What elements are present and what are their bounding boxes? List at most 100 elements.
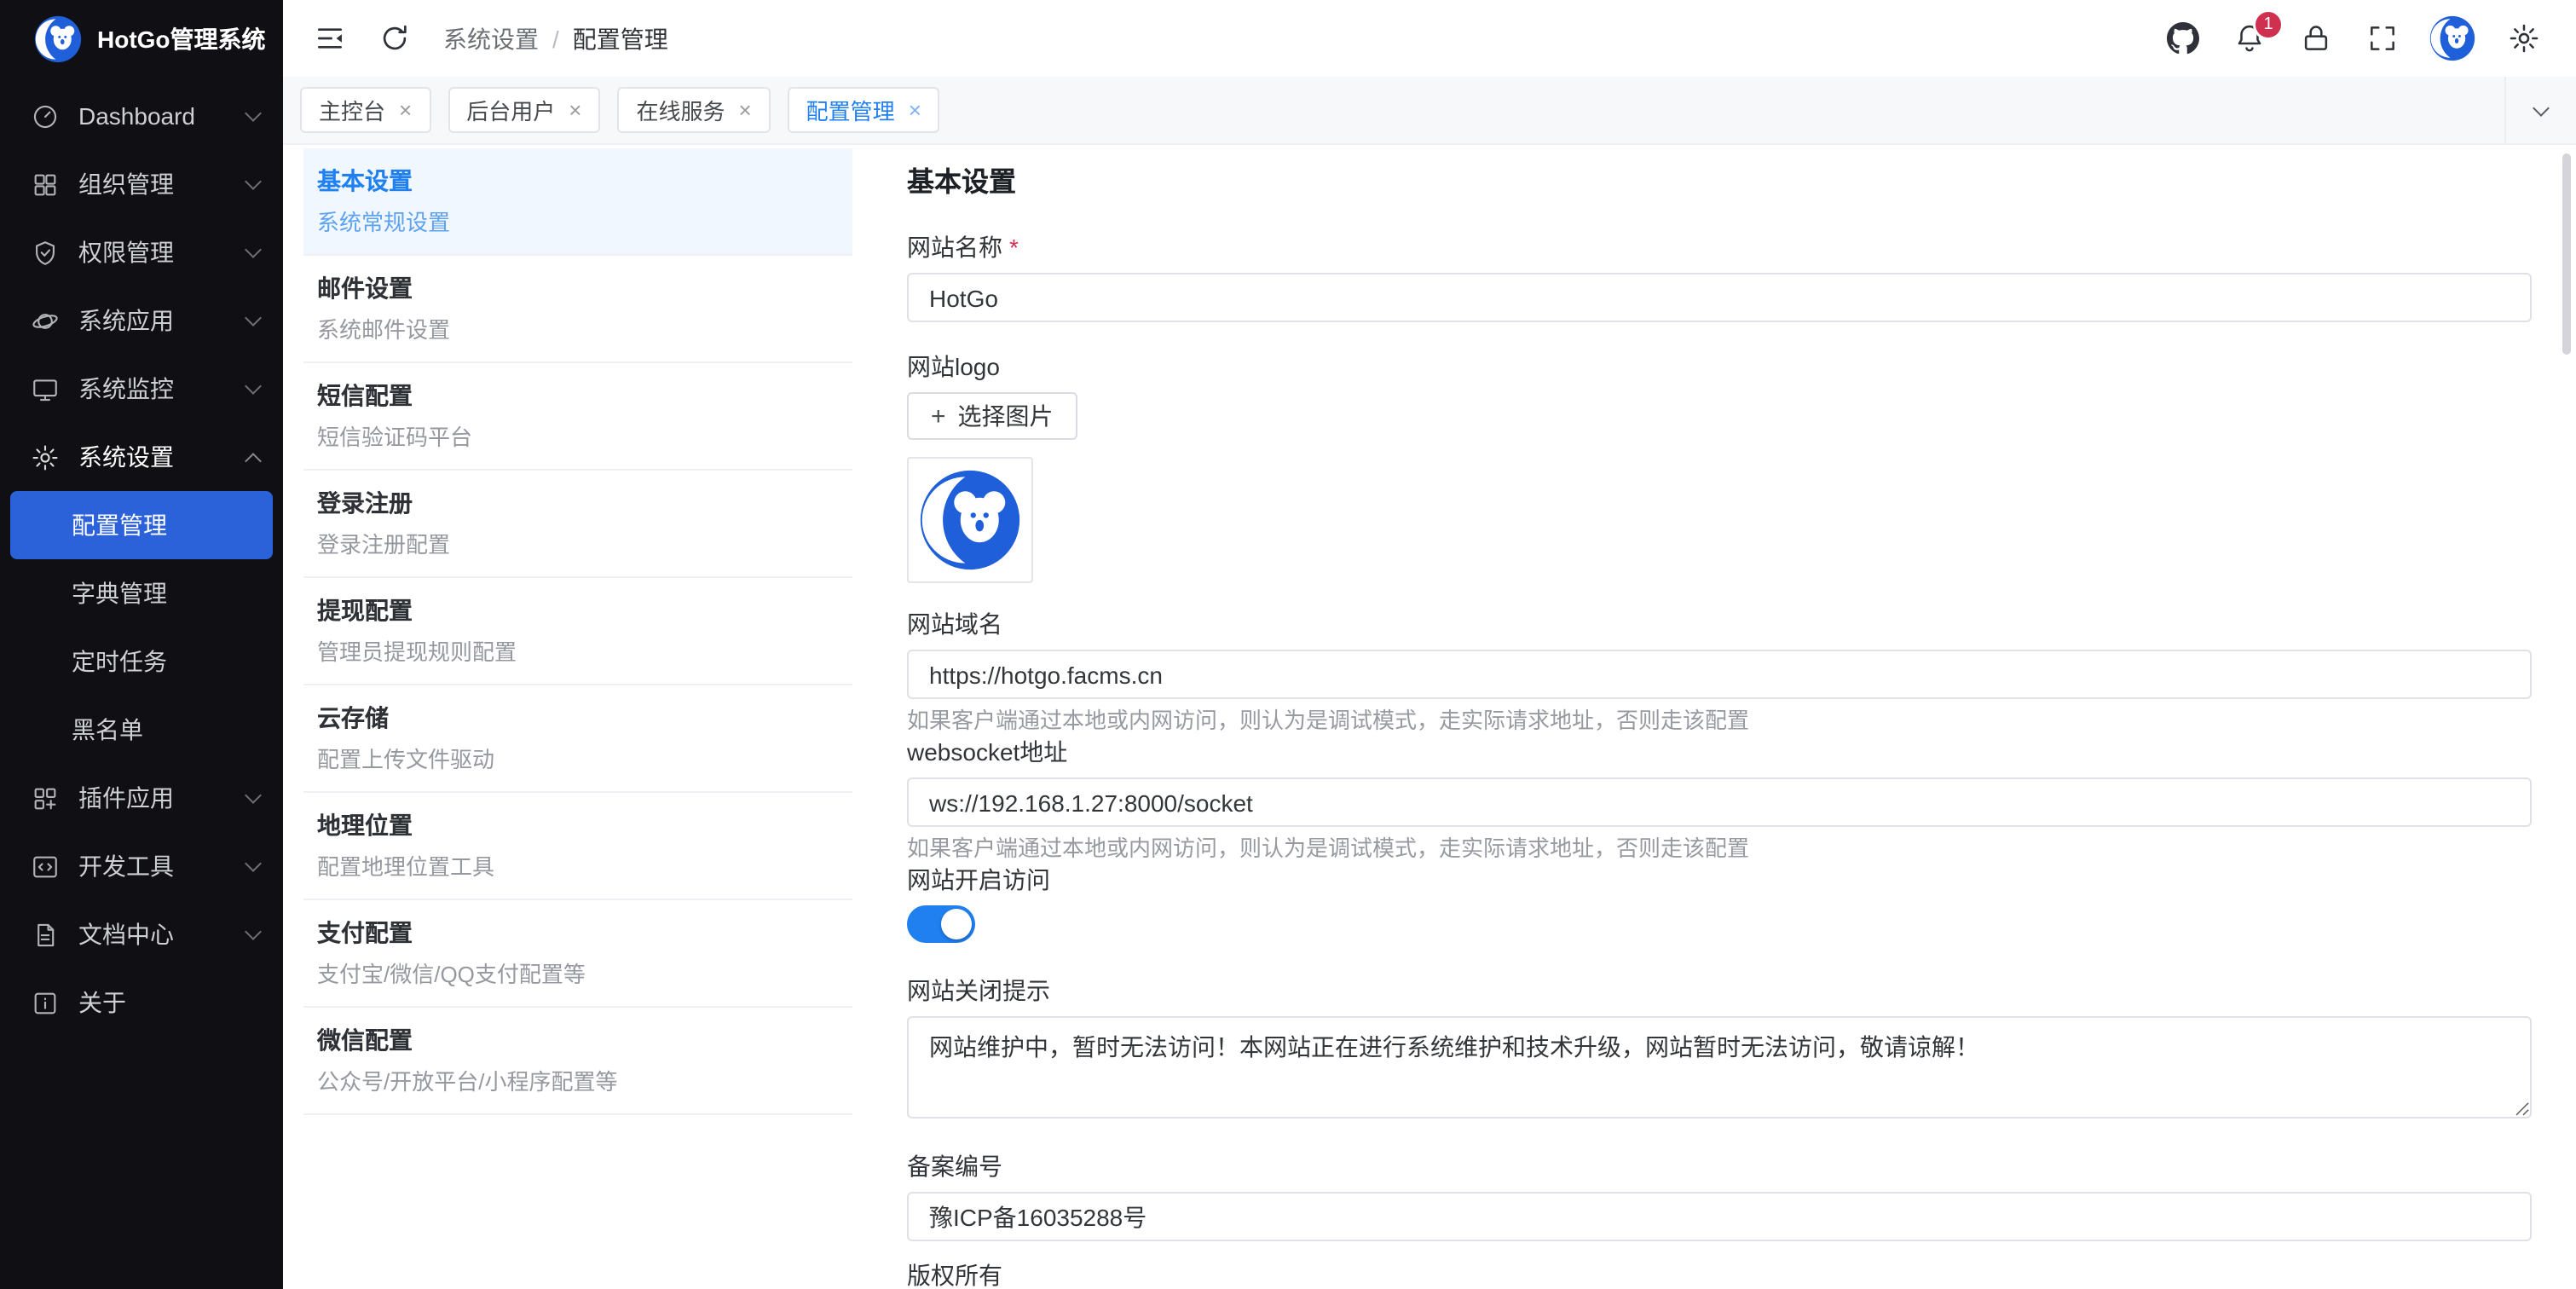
sidebar-submenu: 配置管理 字典管理 定时任务 黑名单 — [0, 491, 283, 764]
scrollbar[interactable] — [2562, 153, 2571, 355]
sidebar: HotGo管理系统 Dashboard 组织管理 权限管理 系统应用 — [0, 0, 283, 1289]
tab-main-console[interactable]: 主控台 × — [300, 87, 430, 133]
field-label: 网站logo — [907, 350, 2532, 384]
tab-list-dropdown[interactable] — [2504, 77, 2576, 143]
fullscreen-icon[interactable] — [2363, 20, 2400, 57]
settings-nav-item-wechat[interactable]: 微信配置 公众号/开放平台/小程序配置等 — [303, 1008, 852, 1115]
chevron-down-icon — [2533, 99, 2550, 116]
field-label: 版权所有 — [907, 1258, 2532, 1289]
refresh-icon[interactable] — [375, 20, 413, 57]
sidebar-item-label: 文档中心 — [78, 917, 228, 951]
sidebar-item-dev-tools[interactable]: 开发工具 — [0, 832, 283, 900]
icp-number-input[interactable] — [907, 1192, 2532, 1241]
sidebar-item-docs-center[interactable]: 文档中心 — [0, 900, 283, 968]
tabbar: 主控台 × 后台用户 × 在线服务 × 配置管理 × — [283, 77, 2576, 145]
plugin-icon — [31, 783, 60, 812]
sidebar-item-system-monitor[interactable]: 系统监控 — [0, 355, 283, 423]
settings-nav-subtitle: 配置上传文件驱动 — [317, 745, 835, 774]
close-icon[interactable]: × — [569, 99, 581, 121]
settings-nav-subtitle: 配置地理位置工具 — [317, 853, 835, 881]
required-mark: * — [1009, 234, 1019, 261]
chevron-down-icon — [245, 105, 262, 122]
settings-nav-subtitle: 支付宝/微信/QQ支付配置等 — [317, 960, 835, 989]
settings-nav-item-geo[interactable]: 地理位置 配置地理位置工具 — [303, 793, 852, 900]
site-name-input[interactable] — [907, 273, 2532, 322]
tab-online-service[interactable]: 在线服务 × — [617, 87, 770, 133]
sidebar-subitem-dictionary[interactable]: 字典管理 — [10, 559, 273, 627]
breadcrumb-item[interactable]: 配置管理 — [573, 21, 668, 55]
settings-nav-title: 地理位置 — [317, 810, 835, 842]
chevron-down-icon — [245, 855, 262, 872]
sidebar-menu: Dashboard 组织管理 权限管理 系统应用 系统监控 — [0, 78, 283, 1289]
chevron-down-icon — [245, 309, 262, 327]
settings-nav-item-basic[interactable]: 基本设置 系统常规设置 — [303, 148, 852, 256]
about-icon — [31, 988, 60, 1017]
lock-icon[interactable] — [2296, 20, 2334, 57]
chevron-down-icon — [245, 378, 262, 395]
sidebar-item-plugins[interactable]: 插件应用 — [0, 764, 283, 832]
sidebar-item-permissions[interactable]: 权限管理 — [0, 218, 283, 286]
settings-nav-item-login[interactable]: 登录注册 登录注册配置 — [303, 471, 852, 578]
avatar[interactable] — [2429, 15, 2475, 61]
notification-bell-icon[interactable]: 1 — [2230, 20, 2267, 57]
content-area: 基本设置 系统常规设置 邮件设置 系统邮件设置 短信配置 短信验证码平台 登录注… — [283, 145, 2576, 1289]
toggle-knob — [941, 909, 972, 939]
settings-nav-subtitle: 系统邮件设置 — [317, 315, 835, 344]
app-root: HotGo管理系统 Dashboard 组织管理 权限管理 系统应用 — [0, 0, 2576, 1289]
breadcrumb-item[interactable]: 系统设置 — [443, 21, 539, 55]
close-tip-textarea[interactable]: 网站维护中，暂时无法访问！本网站正在进行系统维护和技术升级，网站暂时无法访问，敬… — [907, 1016, 2532, 1118]
org-grid-icon — [31, 170, 60, 199]
sidebar-item-dashboard[interactable]: Dashboard — [0, 82, 283, 150]
shield-icon — [31, 238, 60, 267]
settings-gear-icon[interactable] — [2504, 20, 2542, 57]
choose-image-button[interactable]: + 选择图片 — [907, 392, 1077, 440]
field-site-logo: 网站logo + 选择图片 — [907, 350, 2532, 583]
close-icon[interactable]: × — [399, 99, 412, 121]
field-site-domain: 网站域名 如果客户端通过本地或内网访问，则认为是调试模式，走实际请求地址，否则走… — [907, 607, 2532, 735]
chevron-down-icon — [245, 787, 262, 804]
close-icon[interactable]: × — [738, 99, 751, 121]
collapse-menu-icon[interactable] — [310, 20, 348, 57]
site-logo-preview[interactable] — [907, 457, 1033, 583]
sidebar-subitem-config-management[interactable]: 配置管理 — [10, 491, 273, 559]
devtools-icon — [31, 852, 60, 881]
field-copyright: 版权所有 — [907, 1258, 2532, 1289]
settings-nav-item-email[interactable]: 邮件设置 系统邮件设置 — [303, 256, 852, 363]
settings-nav-subtitle: 管理员提现规则配置 — [317, 638, 835, 667]
sidebar-subitem-label: 黑名单 — [72, 713, 143, 747]
settings-nav-item-payment[interactable]: 支付配置 支付宝/微信/QQ支付配置等 — [303, 900, 852, 1008]
sidebar-item-about[interactable]: 关于 — [0, 968, 283, 1037]
app-logo-icon — [34, 15, 82, 63]
tab-config-management[interactable]: 配置管理 × — [788, 87, 940, 133]
github-icon[interactable] — [2163, 20, 2201, 57]
site-domain-input[interactable] — [907, 650, 2532, 699]
app-title: HotGo管理系统 — [97, 22, 266, 56]
sidebar-item-label: 插件应用 — [78, 781, 228, 815]
sidebar-item-label: 关于 — [78, 986, 259, 1020]
settings-nav: 基本设置 系统常规设置 邮件设置 系统邮件设置 短信配置 短信验证码平台 登录注… — [303, 145, 852, 1289]
sidebar-subitem-label: 定时任务 — [72, 644, 167, 679]
choose-image-label: 选择图片 — [958, 399, 1054, 433]
close-icon[interactable]: × — [909, 99, 921, 121]
sidebar-item-organization[interactable]: 组织管理 — [0, 150, 283, 218]
field-label: 备案编号 — [907, 1149, 2532, 1183]
settings-nav-item-withdraw[interactable]: 提现配置 管理员提现规则配置 — [303, 578, 852, 685]
sidebar-subitem-blacklist[interactable]: 黑名单 — [10, 696, 273, 764]
site-logo-image — [919, 469, 1021, 571]
settings-nav-title: 登录注册 — [317, 488, 835, 520]
field-hint: 如果客户端通过本地或内网访问，则认为是调试模式，走实际请求地址，否则走该配置 — [907, 706, 2532, 735]
sidebar-item-system-apps[interactable]: 系统应用 — [0, 286, 283, 355]
sidebar-subitem-scheduled-tasks[interactable]: 定时任务 — [10, 627, 273, 696]
field-close-tip: 网站关闭提示 网站维护中，暂时无法访问！本网站正在进行系统维护和技术升级，网站暂… — [907, 974, 2532, 1118]
settings-nav-title: 基本设置 — [317, 165, 835, 198]
tab-admin-users[interactable]: 后台用户 × — [448, 87, 600, 133]
settings-nav-item-cloud-storage[interactable]: 云存储 配置上传文件驱动 — [303, 685, 852, 793]
settings-nav-item-sms[interactable]: 短信配置 短信验证码平台 — [303, 363, 852, 471]
site-access-toggle[interactable] — [907, 905, 975, 943]
websocket-input[interactable] — [907, 777, 2532, 827]
docs-icon — [31, 920, 60, 949]
sidebar-item-system-settings[interactable]: 系统设置 — [0, 423, 283, 491]
app-logo[interactable]: HotGo管理系统 — [0, 0, 283, 78]
chevron-down-icon — [245, 241, 262, 258]
plus-icon: + — [931, 403, 946, 429]
